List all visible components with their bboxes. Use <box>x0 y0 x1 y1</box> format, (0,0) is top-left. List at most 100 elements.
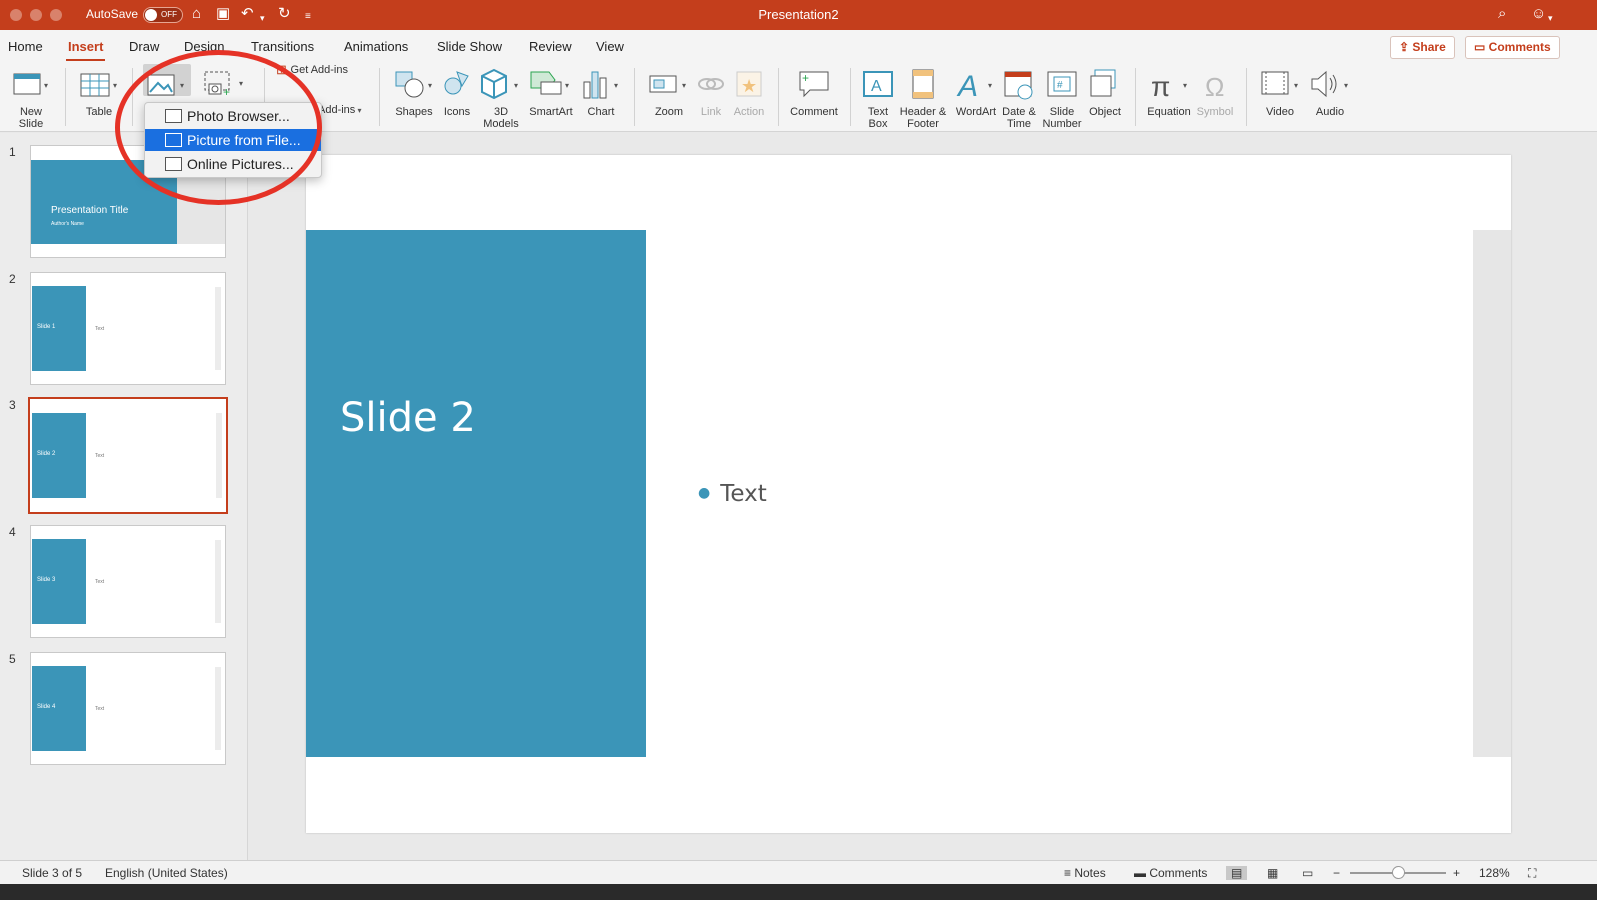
comment-button[interactable]: + Comment <box>788 64 840 118</box>
thumbnail-title-block: Slide 1 <box>32 286 86 371</box>
zoom-button[interactable]: ▾ Zoom <box>646 64 692 118</box>
ribbon-separator <box>379 68 380 126</box>
share-button[interactable]: ⇪ Share <box>1390 36 1455 59</box>
tab-animations[interactable]: Animations <box>344 39 408 54</box>
tab-review[interactable]: Review <box>529 39 572 54</box>
language-indicator[interactable]: English (United States) <box>105 866 228 880</box>
smartart-button[interactable]: ▾ SmartArt <box>527 64 575 118</box>
3d-models-button[interactable]: ▾ 3D Models <box>478 64 524 130</box>
ribbon-tabs: Home Insert Draw Design Transitions Anim… <box>0 30 1597 64</box>
zoom-slider[interactable] <box>1350 866 1446 879</box>
ribbon-separator <box>850 68 851 126</box>
video-button[interactable]: ▾ Video <box>1256 64 1304 118</box>
comment-bubble-icon: ▭ <box>1474 40 1489 54</box>
tab-home[interactable]: Home <box>8 39 43 54</box>
search-icon[interactable]: ⌕ <box>1498 6 1506 22</box>
table-button[interactable]: ▾ Table <box>76 64 122 118</box>
icons-button[interactable]: Icons <box>440 64 474 118</box>
audio-label: Audio <box>1315 106 1345 118</box>
text-box-label: Text Box <box>867 106 889 130</box>
thumbnail-text: Text <box>95 453 105 459</box>
slide-thumbnail-2[interactable]: Slide 1 Text <box>30 272 226 385</box>
zoom-percentage[interactable]: 128% <box>1479 866 1510 880</box>
slide-editor[interactable]: Slide 2 ● Text <box>306 155 1511 833</box>
link-icon <box>698 78 724 90</box>
slide-title-block[interactable] <box>306 230 646 757</box>
film-icon: ▾ <box>1261 71 1298 95</box>
wordart-button[interactable]: A ▾ WordArt <box>951 64 1001 118</box>
text-box-button[interactable]: A Text Box <box>860 64 896 130</box>
symbol-button[interactable]: Ω Symbol <box>1195 64 1235 118</box>
zoom-in-icon[interactable]: + <box>1453 866 1460 880</box>
header-footer-label: Header & Footer <box>899 106 947 130</box>
screenshot-icon: +▾ <box>204 71 243 99</box>
header-footer-icon <box>912 69 934 99</box>
svg-text:▾: ▾ <box>988 81 992 90</box>
symbol-label: Symbol <box>1196 106 1234 118</box>
tab-insert[interactable]: Insert <box>65 39 106 61</box>
smiley-feedback-icon[interactable]: ☺ <box>1531 6 1546 22</box>
menu-item-picture-from-file[interactable]: Picture from File... <box>145 129 321 151</box>
zoom-slider-thumb[interactable] <box>1392 866 1405 879</box>
photo-browser-icon <box>165 109 182 123</box>
new-slide-button[interactable]: ▾ New Slide <box>8 64 54 130</box>
slide-sorter-icon[interactable]: ▦ <box>1267 866 1278 880</box>
icons-label: Icons <box>443 106 471 118</box>
action-button[interactable]: ★ Action <box>730 64 768 118</box>
tab-design[interactable]: Design <box>184 39 224 54</box>
tab-slide-show[interactable]: Slide Show <box>437 39 502 54</box>
object-button[interactable]: Object <box>1085 64 1125 118</box>
slide-thumbnail-4[interactable]: Slide 3 Text <box>30 525 226 638</box>
slide-title[interactable]: Slide 2 <box>340 395 476 441</box>
svg-text:▾: ▾ <box>1183 81 1187 90</box>
fit-to-window-icon[interactable]: ⛶ <box>1528 866 1536 881</box>
header-footer-button[interactable]: Header & Footer <box>899 64 947 130</box>
omega-icon: Ω <box>1205 72 1224 102</box>
slide-thumbnail-3[interactable]: Slide 2 Text <box>28 397 228 514</box>
shapes-button[interactable]: ▾ Shapes <box>390 64 438 118</box>
screenshot-button[interactable]: + ▾ <box>198 64 248 106</box>
svg-text:▾: ▾ <box>1294 81 1298 90</box>
slide-thumbnail-5[interactable]: Slide 4 Text <box>30 652 226 765</box>
equation-button[interactable]: π ▾ Equation <box>1144 64 1194 118</box>
ribbon-separator <box>1135 68 1136 126</box>
feedback-chevron-icon[interactable]: ▾ <box>1548 10 1553 26</box>
normal-view-icon[interactable]: ▤ <box>1226 866 1248 880</box>
document-title: Presentation2 <box>758 7 839 22</box>
speaker-icon: ▾ <box>1311 70 1348 98</box>
svg-text:π: π <box>1151 71 1170 102</box>
notes-button[interactable]: ≡ Notes <box>1064 866 1106 880</box>
reading-view-icon[interactable]: ▭ <box>1302 866 1313 880</box>
text-box-icon: A <box>863 71 893 97</box>
comment-icon: + <box>799 71 829 98</box>
slide-bullet-label: Text <box>720 481 767 507</box>
tab-transitions[interactable]: Transitions <box>251 39 314 54</box>
action-label: Action <box>733 106 765 118</box>
date-time-label: Date & Time <box>1002 106 1036 130</box>
link-button[interactable]: Link <box>696 64 726 118</box>
my-addins-button[interactable]: Add-ins ▾ <box>318 104 370 117</box>
tab-draw[interactable]: Draw <box>129 39 159 54</box>
comments-button[interactable]: ▭ Comments <box>1465 36 1560 59</box>
svg-text:+: + <box>802 71 809 85</box>
zoom-out-icon[interactable]: − <box>1333 866 1340 880</box>
shapes-label: Shapes <box>395 106 433 118</box>
slide-number-button[interactable]: # Slide Number <box>1040 64 1084 130</box>
audio-button[interactable]: ▾ Audio <box>1306 64 1354 118</box>
wordart-label: WordArt <box>955 106 997 118</box>
slide-bullet-text[interactable]: ● Text <box>698 481 767 507</box>
pictures-button[interactable]: ▾ <box>143 64 191 96</box>
my-addins-chevron-icon: ▾ <box>355 106 362 115</box>
object-label: Object <box>1089 106 1121 118</box>
smartart-label: SmartArt <box>529 106 573 118</box>
cube-icon: ▾ <box>481 68 518 100</box>
chart-icon: ▾ <box>583 71 618 99</box>
get-addins-button[interactable]: ⊞ Get Add-ins <box>276 63 368 77</box>
status-comments-button[interactable]: ▬ Comments <box>1134 866 1207 880</box>
tab-view[interactable]: View <box>596 39 624 54</box>
menu-item-photo-browser[interactable]: Photo Browser... <box>145 105 321 127</box>
new-slide-icon: ▾ <box>13 73 48 95</box>
date-time-button[interactable]: Date & Time <box>1000 64 1038 130</box>
menu-item-online-pictures[interactable]: Online Pictures... <box>145 153 321 175</box>
chart-button[interactable]: ▾ Chart <box>580 64 622 118</box>
